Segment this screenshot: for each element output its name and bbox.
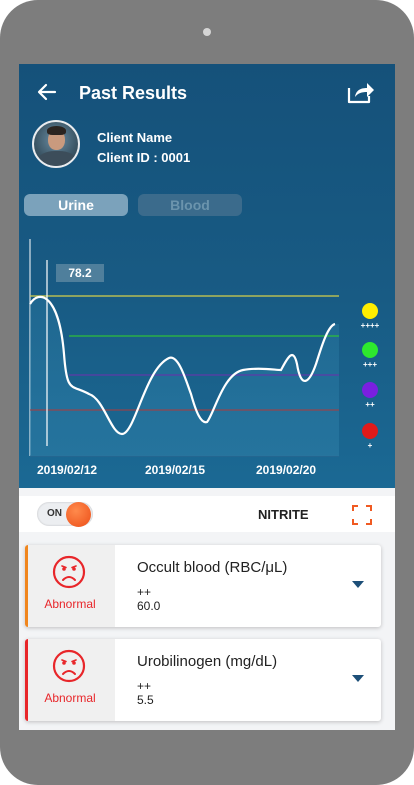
legend-label-3plus: +++ bbox=[363, 360, 377, 369]
x-tick-label: 2019/02/12 bbox=[37, 463, 97, 477]
status-label: Abnormal bbox=[44, 691, 96, 705]
result-card-occult-blood[interactable]: Abnormal Occult blood (RBC/μL) ++ 60.0 bbox=[25, 545, 381, 627]
parameter-name: NITRITE bbox=[258, 507, 309, 522]
fullscreen-icon[interactable] bbox=[352, 505, 372, 525]
sad-face-icon bbox=[52, 649, 86, 683]
status-label: Abnormal bbox=[44, 597, 96, 611]
status-bar bbox=[25, 639, 28, 721]
result-name: Occult blood (RBC/μL) bbox=[137, 559, 288, 576]
status-bar bbox=[25, 545, 28, 627]
page-title: Past Results bbox=[79, 83, 188, 103]
client-id: Client ID : 0001 bbox=[97, 150, 191, 165]
legend-label-2plus: ++ bbox=[365, 400, 375, 409]
result-level: ++ bbox=[137, 585, 152, 599]
result-name: Urobilinogen (mg/dL) bbox=[137, 653, 278, 670]
results-header-panel: Past Results Client Name Client ID : 000… bbox=[19, 64, 395, 488]
result-status-panel: Abnormal bbox=[25, 545, 115, 627]
phone-frame: Past Results Client Name Client ID : 000… bbox=[0, 0, 414, 785]
legend-dot-2plus bbox=[362, 382, 378, 398]
sad-face-icon bbox=[52, 555, 86, 589]
result-card-urobilinogen[interactable]: Abnormal Urobilinogen (mg/dL) ++ 5.5 bbox=[25, 639, 381, 721]
parameter-toolbar: ON NITRITE bbox=[19, 496, 395, 532]
result-value: 60.0 bbox=[137, 599, 161, 613]
legend-dot-3plus bbox=[362, 342, 378, 358]
result-value: 5.5 bbox=[137, 693, 154, 707]
x-tick-label: 2019/02/15 bbox=[145, 463, 205, 477]
result-level: ++ bbox=[137, 679, 152, 693]
front-camera bbox=[203, 28, 211, 36]
legend-label-1plus: + bbox=[368, 441, 373, 450]
client-avatar bbox=[32, 120, 80, 168]
cursor-value: 78.2 bbox=[68, 266, 92, 280]
result-status-panel: Abnormal bbox=[25, 639, 115, 721]
tab-urine[interactable]: Urine bbox=[24, 194, 128, 216]
legend-dot-4plus bbox=[362, 303, 378, 319]
share-icon[interactable] bbox=[345, 78, 375, 106]
client-name: Client Name bbox=[97, 130, 173, 145]
x-tick-label: 2019/02/20 bbox=[256, 463, 316, 477]
results-line-chart[interactable]: 78.2 2019/02/12 2019/02/15 2019/02/20 ++… bbox=[19, 234, 395, 482]
on-off-toggle[interactable]: ON bbox=[37, 502, 93, 527]
chart-legend: ++++ +++ ++ + bbox=[361, 303, 380, 450]
legend-dot-1plus bbox=[362, 423, 378, 439]
app-screen: Past Results Client Name Client ID : 000… bbox=[19, 64, 395, 730]
client-info: Client Name Client ID : 0001 bbox=[97, 128, 190, 168]
tab-blood[interactable]: Blood bbox=[138, 194, 242, 216]
toggle-label: ON bbox=[47, 508, 62, 519]
chevron-down-icon[interactable] bbox=[351, 579, 365, 589]
back-arrow-icon[interactable] bbox=[35, 80, 59, 104]
legend-label-4plus: ++++ bbox=[361, 321, 380, 330]
toggle-knob[interactable] bbox=[66, 502, 91, 527]
chevron-down-icon[interactable] bbox=[351, 673, 365, 683]
